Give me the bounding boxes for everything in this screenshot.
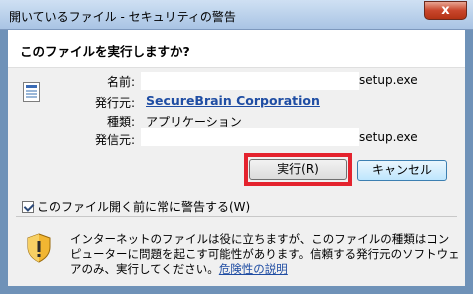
- run-question: このファイルを実行しますか?: [20, 44, 190, 59]
- security-shield-icon: [27, 233, 51, 263]
- publisher-link[interactable]: SecureBrain Corporation: [146, 93, 320, 108]
- header-strip: このファイルを実行しますか?: [8, 30, 465, 68]
- divider: [16, 216, 457, 217]
- name-value-field: [141, 72, 359, 90]
- always-warn-checkbox[interactable]: [22, 201, 34, 213]
- run-button[interactable]: 実行(R): [249, 159, 347, 180]
- from-label: 発信元:: [94, 133, 135, 147]
- dialog-body: このファイルを実行しますか? 名前: setup.exe 発行元: Secure…: [8, 30, 465, 286]
- risk-explanation-link[interactable]: 危険性の説明: [219, 262, 288, 276]
- warning-message: インターネットのファイルは役に立ちますが、このファイルの種類はコンピューターに問…: [70, 232, 460, 277]
- from-value: setup.exe: [359, 130, 418, 144]
- publisher-label: 発行元:: [94, 96, 135, 110]
- type-label: 種類:: [106, 115, 135, 129]
- name-label: 名前:: [106, 75, 135, 89]
- window-title: 開いているファイル - セキュリティの警告: [9, 10, 236, 24]
- always-warn-label: このファイル開く前に常に警告する(W): [37, 200, 251, 214]
- application-icon: [23, 82, 40, 102]
- always-warn-option[interactable]: このファイル開く前に常に警告する(W): [22, 198, 250, 215]
- title-bar: 開いているファイル - セキュリティの警告 x: [0, 0, 473, 30]
- name-value: setup.exe: [359, 73, 418, 87]
- close-button[interactable]: x: [424, 1, 467, 20]
- from-value-field: [141, 128, 359, 146]
- cancel-button[interactable]: キャンセル: [357, 160, 447, 181]
